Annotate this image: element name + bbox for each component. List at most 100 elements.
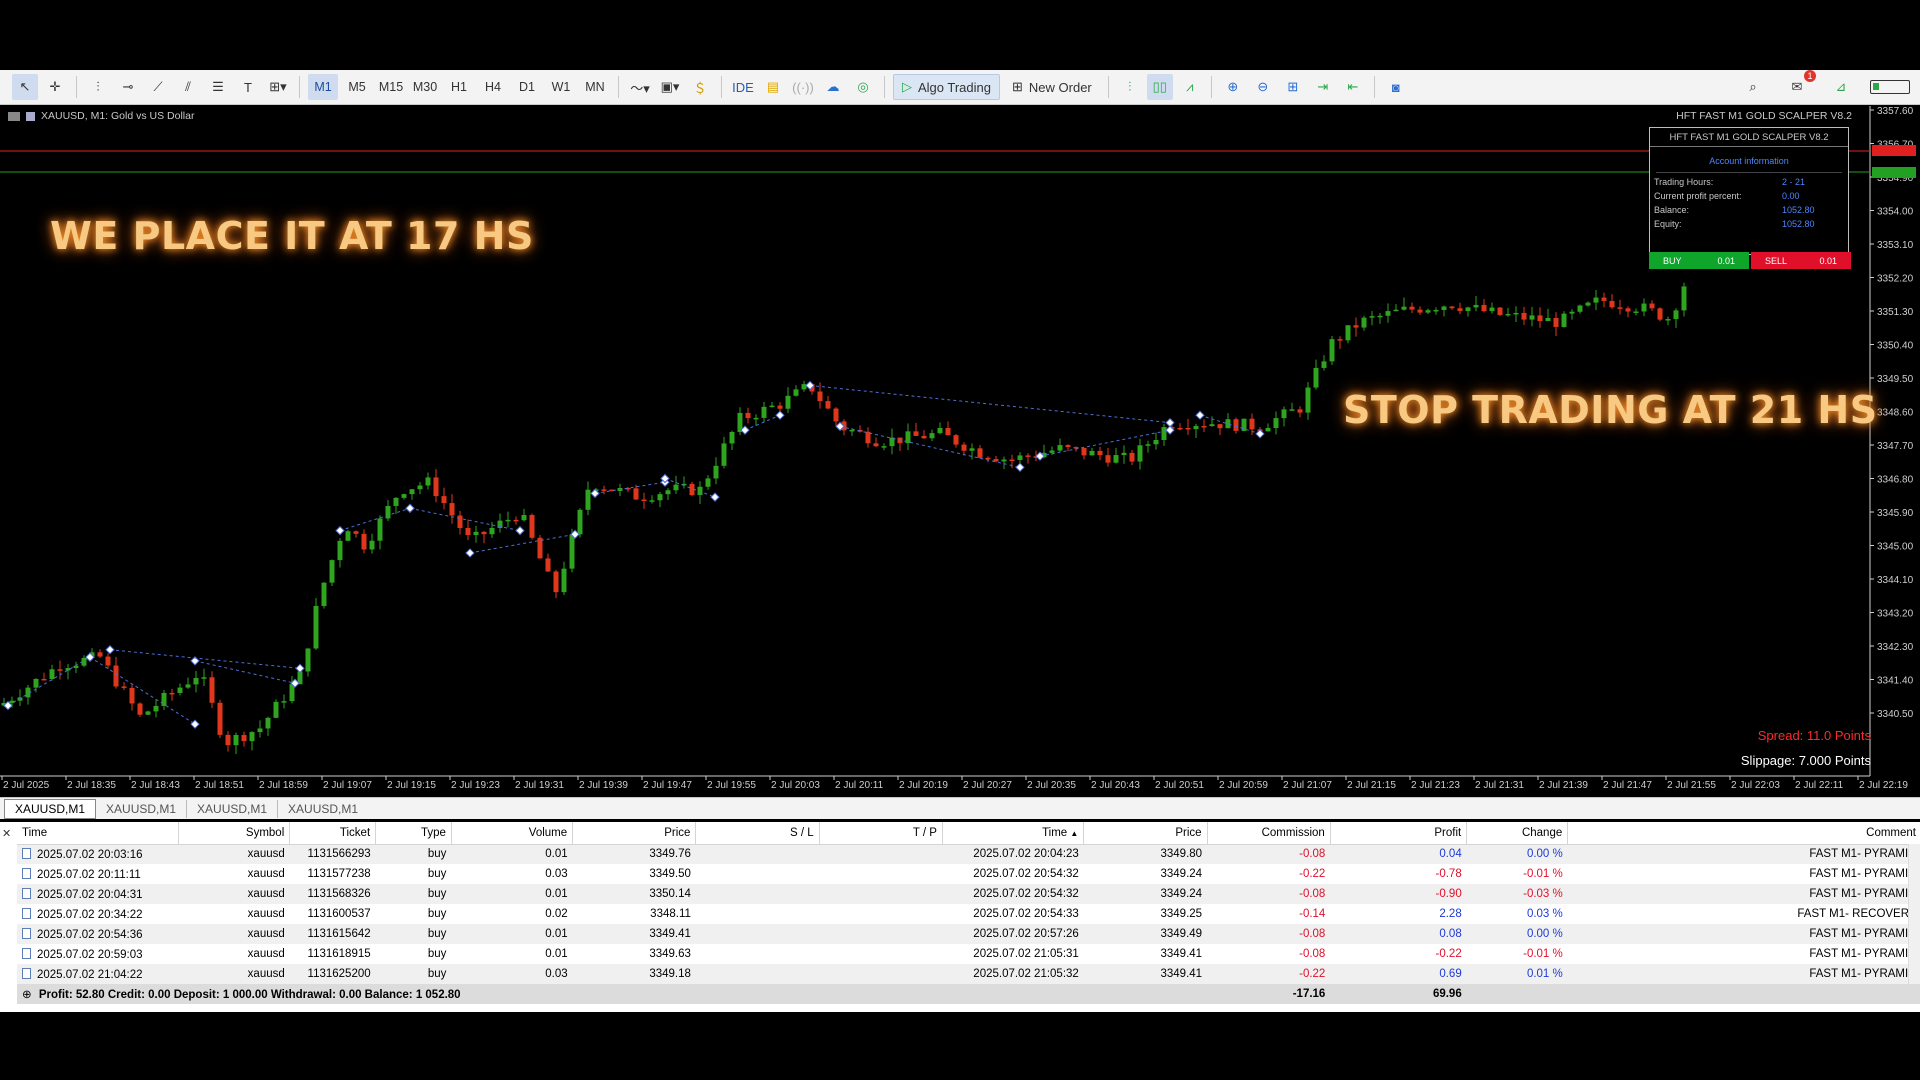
column-header-sl[interactable]: S / L (695, 822, 820, 845)
vps-icon[interactable]: ◎ (850, 74, 876, 100)
column-header-commission[interactable]: Commission (1207, 822, 1331, 845)
column-header-volume[interactable]: Volume (451, 822, 574, 845)
chart-shift-icon[interactable]: ⇤ (1340, 74, 1366, 100)
column-header-change[interactable]: Change (1466, 822, 1569, 845)
cell-profit: -0.22 (1435, 948, 1462, 960)
timeframe-h1[interactable]: H1 (444, 74, 474, 100)
shapes-icon[interactable]: ⊞▾ (265, 74, 291, 100)
channel-icon[interactable]: ⫽ (175, 74, 201, 100)
dollar-icon[interactable]: ＄ (687, 74, 713, 100)
close-panel-icon[interactable]: ✕ (2, 827, 11, 840)
price-tick-label: 3350.40 (1877, 341, 1914, 352)
column-header-time[interactable]: Time (17, 822, 180, 845)
candle-body (753, 417, 759, 420)
timeframe-m30[interactable]: M30 (410, 74, 440, 100)
time-tick-label: 2 Jul 19:23 (451, 780, 500, 791)
symbol-text: XAUUSD, M1: Gold vs US Dollar (41, 110, 195, 122)
candle-body (1121, 452, 1127, 456)
market-bag-icon[interactable]: ▤ (760, 74, 786, 100)
cell-commission: -0.22 (1299, 868, 1326, 880)
cell-open-time: 2025.07.02 20:04:31 (17, 884, 179, 904)
table-row[interactable]: 2025.07.02 20:11:11 xauusd 1131577238 buy 0.… (17, 864, 1920, 884)
crosshair-icon[interactable]: ✛ (42, 74, 68, 100)
candle-body (825, 401, 831, 409)
zoom-out-icon[interactable]: ⊖ (1250, 74, 1276, 100)
table-row[interactable]: 2025.07.02 21:04:22 xauusd 1131625200 buy 0.… (17, 964, 1920, 984)
candle-body (1249, 418, 1255, 430)
timeframe-d1[interactable]: D1 (512, 74, 542, 100)
column-header-tp[interactable]: T / P (819, 822, 943, 845)
candle-body (537, 537, 543, 559)
column-header-price[interactable]: Price (572, 822, 697, 845)
candle-body (1321, 361, 1327, 368)
timeframe-w1[interactable]: W1 (546, 74, 576, 100)
chart-tab[interactable]: XAUUSD,M1 (278, 800, 368, 818)
column-header-close-time[interactable]: Time ▲ (942, 822, 1085, 845)
cloud-icon[interactable]: ☁ (820, 74, 846, 100)
panel-row-label: Equity: (1654, 219, 1682, 229)
line-chart-icon[interactable]: ⩘ (1177, 74, 1203, 100)
chart-tab[interactable]: XAUUSD,M1 (4, 798, 97, 819)
candle-body (745, 412, 751, 419)
table-row[interactable]: 2025.07.02 20:34:22 xauusd 1131600537 buy 0.… (17, 904, 1920, 924)
templates-icon[interactable]: ▣▾ (657, 74, 683, 100)
autoscroll-icon[interactable]: ⇥ (1310, 74, 1336, 100)
time-tick-label: 2 Jul 20:43 (1091, 780, 1140, 791)
text-icon[interactable]: T (235, 74, 261, 100)
candle-body (1129, 452, 1135, 462)
zoom-in-icon[interactable]: ⊕ (1220, 74, 1246, 100)
trade-link-line (409, 507, 521, 532)
candle-body (1137, 445, 1143, 462)
cell-volume: 0.03 (545, 868, 568, 880)
column-header-comment[interactable]: Comment (1567, 822, 1920, 845)
trade-history-table: Time Symbol Ticket Type Volume Price S /… (17, 822, 1920, 1004)
sell-button[interactable]: SELL 0.01 (1751, 252, 1851, 269)
candle-body (329, 560, 335, 583)
timeframe-m15[interactable]: M15 (376, 74, 406, 100)
column-header-profit[interactable]: Profit (1330, 822, 1468, 845)
connection-icon[interactable]: ⊿ (1828, 74, 1854, 100)
fibonacci-icon[interactable]: ☰ (205, 74, 231, 100)
screenshot-icon[interactable]: ◙ (1383, 74, 1409, 100)
vertical-line-icon[interactable]: ⫶ (85, 74, 111, 100)
candle-body (849, 429, 855, 432)
chart-tab[interactable]: XAUUSD,M1 (96, 799, 188, 818)
buy-button[interactable]: BUY 0.01 (1649, 252, 1749, 269)
search-icon[interactable]: ⌕ (1740, 74, 1766, 100)
signal-icon[interactable]: ((·)) (790, 74, 816, 100)
indicators-icon[interactable]: 〜▾ (627, 74, 653, 100)
table-row[interactable]: 2025.07.02 20:54:36 xauusd 1131615642 buy 0.… (17, 924, 1920, 944)
chart-tab[interactable]: XAUUSD,M1 (187, 799, 279, 818)
candlestick-icon[interactable]: ▯▯ (1146, 74, 1173, 100)
cell-open-price: 3348.11 (650, 908, 691, 920)
new-order-button[interactable]: ⊞ New Order (1004, 74, 1100, 100)
ide-button[interactable]: IDE (730, 74, 756, 100)
timeframe-mn[interactable]: MN (580, 74, 610, 100)
table-row[interactable]: 2025.07.02 20:04:31 xauusd 1131568326 buy 0.… (17, 884, 1920, 904)
algo-trading-button[interactable]: ▷ Algo Trading (893, 74, 1000, 100)
timeframe-m1[interactable]: M1 (308, 74, 338, 100)
cell-commission: -0.22 (1207, 964, 1331, 984)
vertical-scrollbar[interactable] (1908, 844, 1920, 984)
candle-body (1289, 409, 1295, 411)
trendline-icon[interactable]: ⟋ (145, 74, 171, 100)
cursor-icon[interactable]: ↖ (12, 74, 38, 100)
bar-chart-icon[interactable]: ⫶ (1117, 74, 1143, 100)
grid-icon[interactable]: ⊞ (1280, 74, 1306, 100)
column-header-symbol[interactable]: Symbol (178, 822, 291, 845)
price-chart[interactable]: 3357.603356.703354.903354.003353.103352.… (0, 106, 1920, 796)
candle-body (1193, 425, 1199, 430)
horizontal-line-icon[interactable]: ⊸ (115, 74, 141, 100)
column-header-ticket[interactable]: Ticket (289, 822, 377, 845)
table-row[interactable]: 2025.07.02 20:59:03 xauusd 1131618915 buy 0.… (17, 944, 1920, 964)
table-row[interactable]: 2025.07.02 20:03:16 xauusd 1131566293 buy 0.… (17, 844, 1920, 864)
column-header-close-price[interactable]: Price (1083, 822, 1208, 845)
timeframe-h4[interactable]: H4 (478, 74, 508, 100)
timeframe-m5[interactable]: M5 (342, 74, 372, 100)
candle-body (273, 701, 279, 718)
notifications-icon[interactable]: ✉ 1 (1784, 70, 1816, 100)
candle-body (945, 427, 951, 436)
candle-body (313, 605, 319, 649)
column-header-type[interactable]: Type (375, 822, 452, 845)
expand-icon[interactable]: ⊕ (22, 989, 32, 1001)
